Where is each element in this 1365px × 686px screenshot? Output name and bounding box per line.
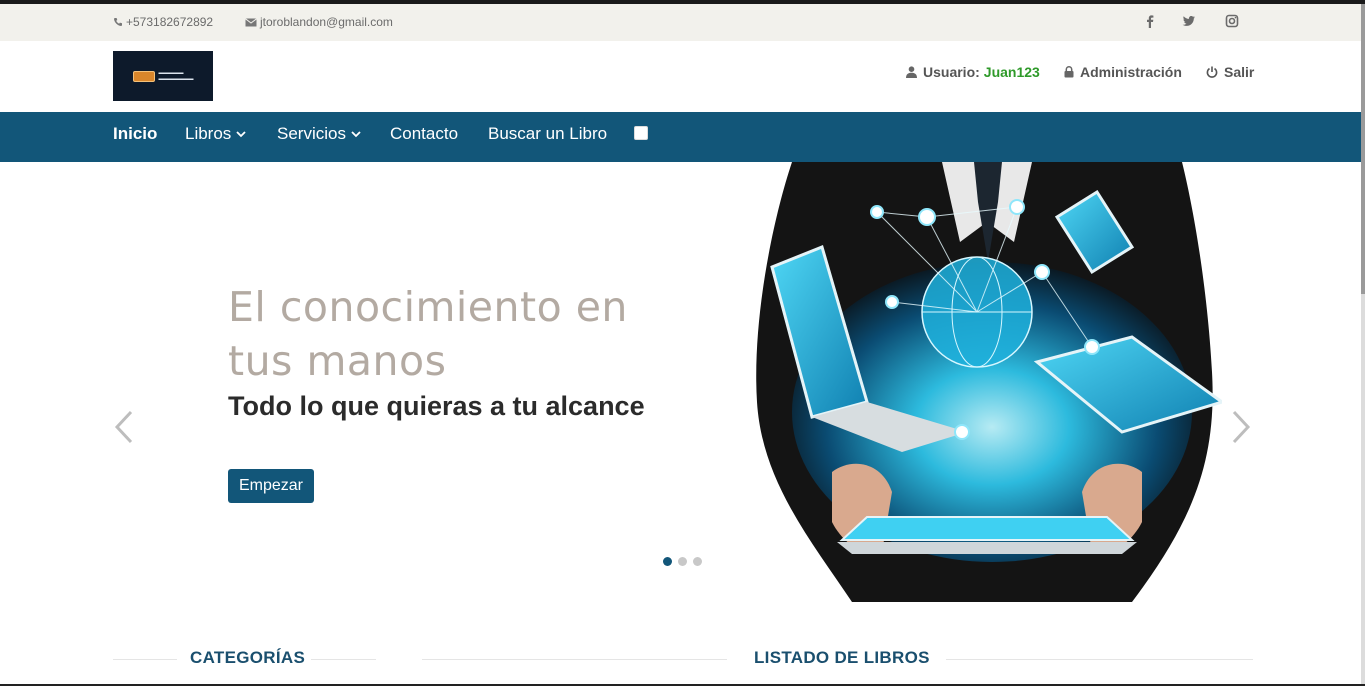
phone-contact[interactable]: +573182672892 <box>113 15 213 29</box>
admin-label: Administración <box>1080 64 1182 80</box>
logo-wordmark: ▬▬▬▬▬ ▬▬▬▬▬▬▬ <box>158 70 194 82</box>
logo-badge <box>132 70 155 82</box>
scrollbar-thumb[interactable] <box>1361 4 1365 294</box>
nav-item-label: Buscar un Libro <box>488 124 608 143</box>
email-address: jtoroblandon@gmail.com <box>260 15 393 29</box>
divider-line <box>946 659 1253 660</box>
nav-item-inicio[interactable]: Inicio <box>113 124 157 144</box>
books-list-heading: LISTADO DE LIBROS <box>754 648 930 667</box>
hero-carousel: El conocimiento en tus manos Todo lo que… <box>0 162 1365 602</box>
divider-line <box>311 659 376 660</box>
main-navbar: Inicio Libros Servicios Contacto Buscar … <box>0 112 1365 162</box>
hero-subtitle: Todo lo que quieras a tu alcance <box>228 391 645 421</box>
hero-image <box>756 162 1222 602</box>
user-icon <box>906 66 917 78</box>
chevron-down-icon <box>351 130 361 137</box>
carousel-dot[interactable] <box>693 557 702 566</box>
divider-line <box>113 659 177 660</box>
email-contact[interactable]: jtoroblandon@gmail.com <box>245 15 393 29</box>
phone-number: +573182672892 <box>126 15 214 29</box>
nav-item-label: Inicio <box>113 124 158 143</box>
chevron-down-icon <box>236 130 246 137</box>
site-logo[interactable]: ▬▬▬▬▬ ▬▬▬▬▬▬▬ <box>113 51 213 101</box>
power-icon <box>1206 66 1218 78</box>
twitter-icon[interactable] <box>1182 14 1196 28</box>
carousel-next-arrow[interactable] <box>1230 409 1252 445</box>
carousel-dot[interactable] <box>678 557 687 566</box>
envelope-icon <box>245 17 257 26</box>
nav-item-buscar-libro[interactable]: Buscar un Libro <box>488 124 607 144</box>
logout-link[interactable]: Salir <box>1206 64 1254 80</box>
nav-item-libros[interactable]: Libros <box>185 124 246 144</box>
nav-item-label: Contacto <box>390 124 459 143</box>
lock-icon <box>1064 66 1074 78</box>
admin-link[interactable]: Administración <box>1064 64 1182 80</box>
user-name: Juan123 <box>983 64 1040 80</box>
nav-item-label: Libros <box>185 124 232 143</box>
facebook-icon[interactable] <box>1143 14 1157 28</box>
carousel-indicators <box>663 557 708 566</box>
nav-item-contacto[interactable]: Contacto <box>390 124 458 144</box>
instagram-icon[interactable] <box>1225 14 1239 28</box>
start-button[interactable]: Empezar <box>228 469 314 503</box>
divider-line <box>422 659 727 660</box>
phone-icon <box>114 18 122 26</box>
top-contact-bar: +573182672892 jtoroblandon@gmail.com <box>0 4 1365 41</box>
site-header: ▬▬▬▬▬ ▬▬▬▬▬▬▬ Usuario: Juan123 Administra… <box>0 41 1365 112</box>
user-account-link[interactable]: Usuario: Juan123 <box>906 64 1040 80</box>
hero-title: El conocimiento en tus manos <box>228 283 628 385</box>
nav-item-servicios[interactable]: Servicios <box>277 124 361 144</box>
user-label: Usuario: <box>923 64 980 80</box>
carousel-prev-arrow[interactable] <box>113 409 135 445</box>
logout-label: Salir <box>1224 64 1255 80</box>
nav-item-label: Servicios <box>277 124 346 143</box>
nav-checkbox[interactable] <box>634 126 648 140</box>
carousel-dot[interactable] <box>663 557 672 566</box>
categories-heading: CATEGORÍAS <box>190 648 306 667</box>
section-headings: CATEGORÍAS LISTADO DE LIBROS <box>0 630 1365 686</box>
